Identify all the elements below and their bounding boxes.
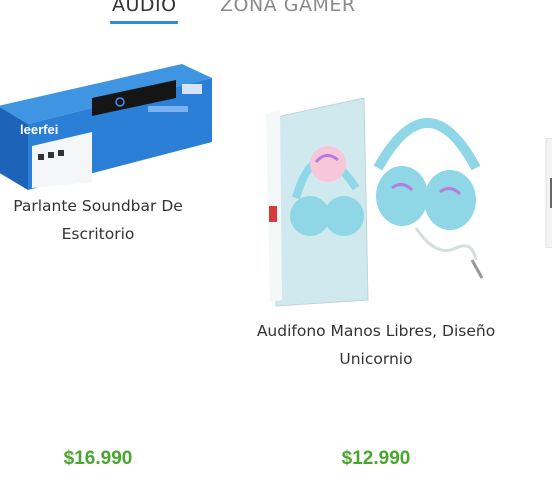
product-carousel-page: AUDIO ZONA GAMER leerfei Parlante Soundb… [0,0,552,485]
partial-product-image[interactable] [544,138,552,248]
tab-zona-gamer[interactable]: ZONA GAMER [220,0,356,16]
product-card-soundbar[interactable]: leerfei Parlante Soundbar De Escritorio … [0,40,256,485]
soundbar-product-image[interactable]: leerfei [0,54,212,190]
soundbar-brand-text: leerfei [20,122,58,137]
active-tab-indicator [110,21,178,24]
product-title[interactable]: Audifono Manos Libres, Diseño Unicornio [256,317,496,373]
product-card-partial[interactable] [536,40,552,485]
product-title[interactable]: Parlante Soundbar De Escritorio [0,192,198,248]
tab-audio[interactable]: AUDIO [112,0,177,16]
product-card-headphones[interactable]: Audifono Manos Libres, Diseño Unicornio … [256,40,496,485]
product-price: $16.990 [63,448,133,469]
product-price: $12.990 [341,448,411,469]
headphones-product-image[interactable] [266,88,496,308]
